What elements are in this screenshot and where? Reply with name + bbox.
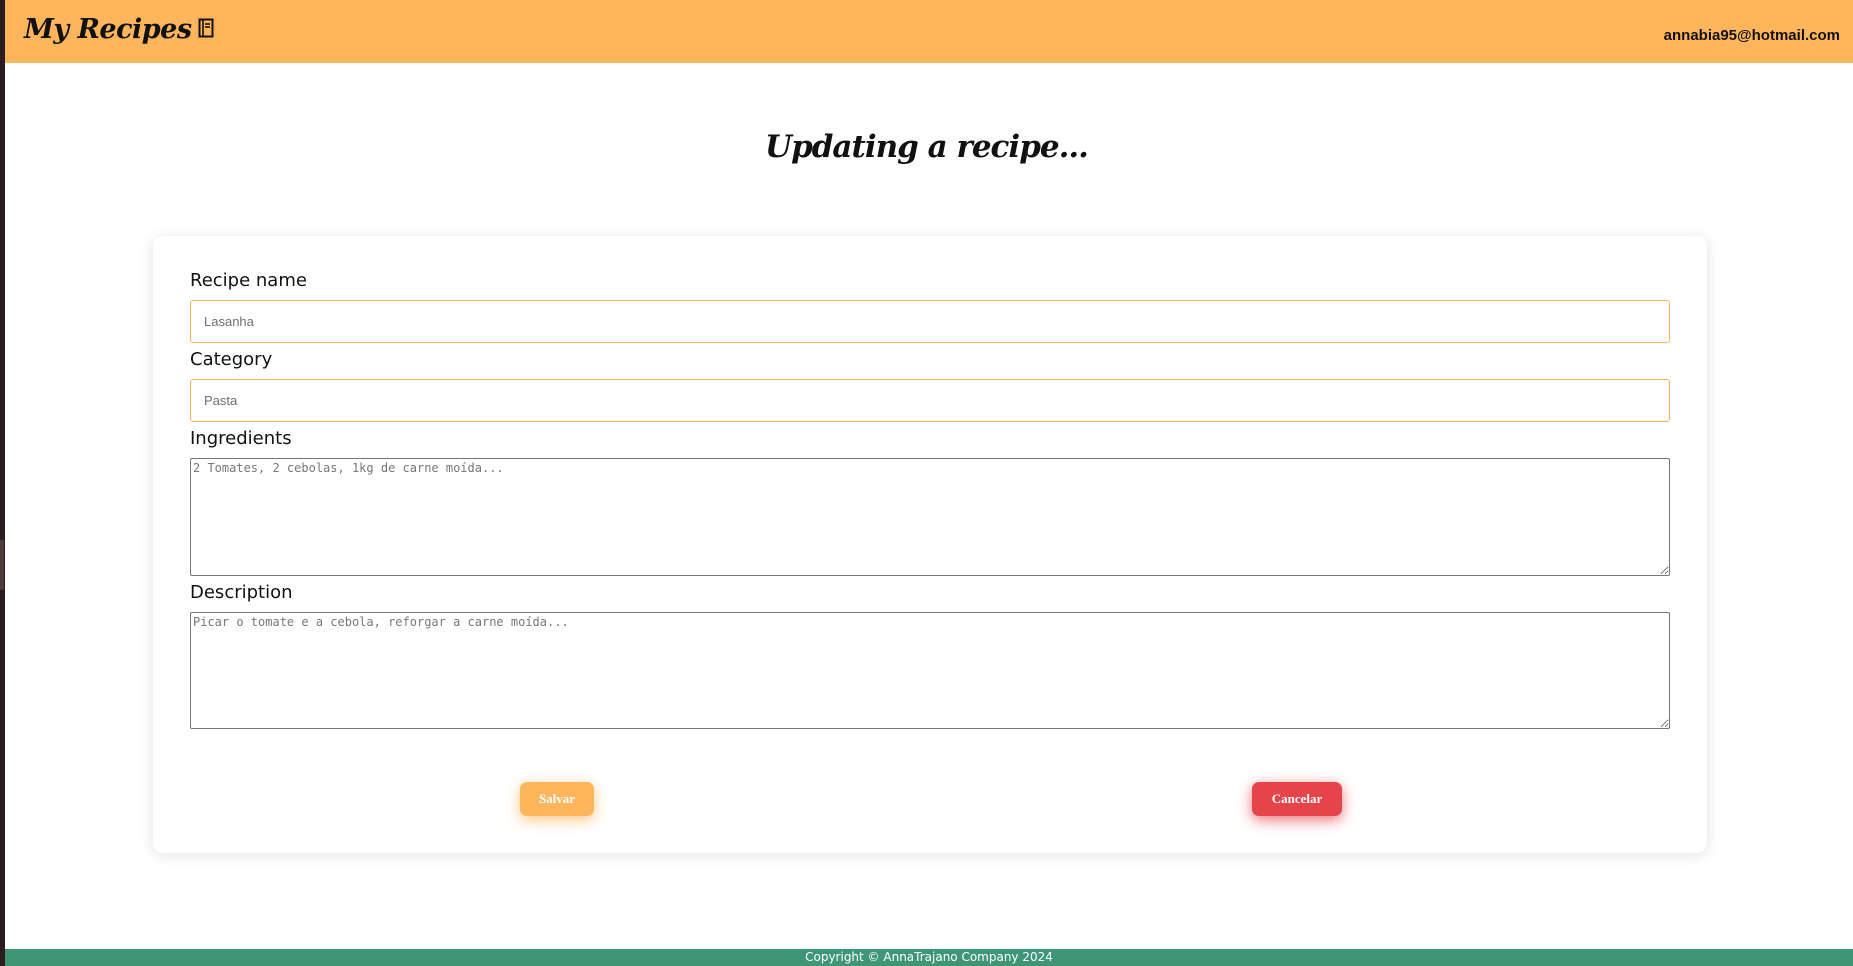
ingredients-textarea[interactable] (190, 458, 1670, 576)
ingredients-label: Ingredients (190, 428, 292, 449)
page-title: Updating a recipe... (765, 128, 1089, 165)
description-textarea[interactable] (190, 612, 1670, 729)
description-label: Description (190, 582, 293, 603)
window-edge-handle (0, 540, 4, 590)
app-title[interactable]: My Recipes (24, 14, 192, 45)
page-footer: Copyright © AnnaTrajano Company 2024 (5, 949, 1853, 966)
cancel-button[interactable]: Cancelar (1252, 782, 1342, 816)
recipe-name-input[interactable] (190, 300, 1670, 343)
user-email[interactable]: annabia95@hotmail.com (1664, 27, 1840, 44)
recipe-name-label: Recipe name (190, 270, 307, 291)
category-label: Category (190, 349, 273, 370)
book-icon (198, 18, 214, 38)
top-navbar: My Recipes annabia95@hotmail.com (5, 0, 1853, 63)
copyright-text: Copyright © AnnaTrajano Company 2024 (805, 950, 1053, 964)
recipe-form: Recipe name Category Ingredients Descrip… (153, 236, 1707, 853)
category-input[interactable] (190, 379, 1670, 422)
save-button[interactable]: Salvar (520, 782, 594, 816)
app-logo[interactable]: My Recipes (24, 14, 214, 45)
